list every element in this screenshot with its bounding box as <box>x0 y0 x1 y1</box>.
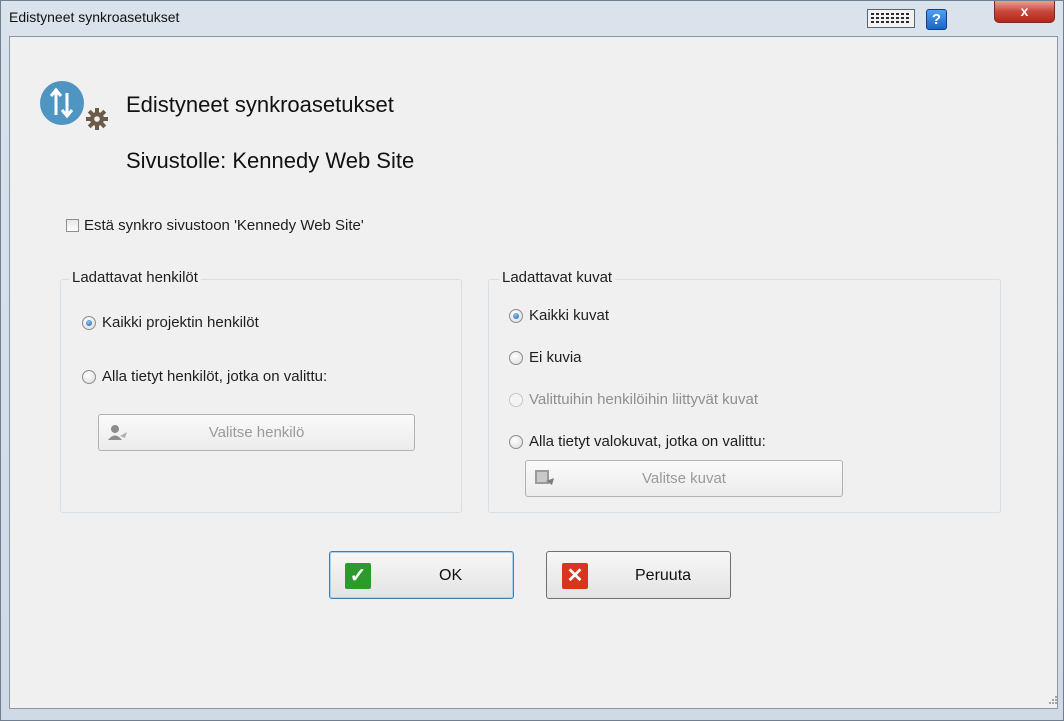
block-sync-checkbox[interactable] <box>66 219 79 232</box>
select-person-button[interactable]: Valitse henkilö <box>98 414 415 451</box>
select-pictures-button[interactable]: Valitse kuvat <box>525 460 843 497</box>
checkmark-icon: ✓ <box>345 563 371 589</box>
radio-person-pictures-label: Valittuihin henkilöihin liittyvät kuvat <box>529 391 759 408</box>
sync-settings-icon <box>40 81 108 130</box>
cancel-button[interactable]: ✕ Peruuta <box>546 551 731 599</box>
close-button[interactable]: x <box>994 1 1055 23</box>
dialog-window: Edistyneet synkroasetukset ? x Edistynee… <box>0 0 1064 721</box>
radio-selected-persons-label[interactable]: Alla tietyt henkilöt, jotka on valittu: <box>102 368 327 385</box>
radio-person-pictures <box>509 393 523 407</box>
dialog-heading: Edistyneet synkroasetukset <box>126 92 394 117</box>
ok-button-label: OK <box>439 567 463 584</box>
title-bar[interactable]: Edistyneet synkroasetukset ? x <box>1 1 1063 35</box>
help-button[interactable]: ? <box>926 9 947 30</box>
radio-selected-pictures[interactable] <box>509 435 523 449</box>
cancel-button-label: Peruuta <box>635 567 692 584</box>
radio-selected-persons[interactable] <box>82 370 96 384</box>
radio-all-pictures-label[interactable]: Kaikki kuvat <box>529 307 609 324</box>
select-person-label: Valitse henkilö <box>208 424 305 441</box>
radio-selected-pictures-label[interactable]: Alla tietyt valokuvat, jotka on valittu: <box>529 433 766 450</box>
radio-all-persons-label[interactable]: Kaikki projektin henkilöt <box>102 314 259 331</box>
keyboard-icon[interactable] <box>867 9 915 28</box>
radio-all-persons[interactable] <box>82 316 96 330</box>
pictures-group-title: Ladattavat kuvat <box>499 269 616 286</box>
radio-no-pictures-label[interactable]: Ei kuvia <box>529 349 582 366</box>
resize-grip-icon[interactable] <box>1049 696 1057 704</box>
close-x-icon: ✕ <box>562 563 588 589</box>
block-sync-label[interactable]: Estä synkro sivustoon 'Kennedy Web Site' <box>84 217 364 234</box>
site-subheading: Sivustolle: Kennedy Web Site <box>126 148 415 173</box>
select-pictures-label: Valitse kuvat <box>642 470 726 487</box>
window-title: Edistyneet synkroasetukset <box>9 9 180 25</box>
radio-all-pictures[interactable] <box>509 309 523 323</box>
ok-button[interactable]: ✓ OK <box>329 551 514 599</box>
persons-group-title: Ladattavat henkilöt <box>69 269 201 286</box>
radio-no-pictures[interactable] <box>509 351 523 365</box>
